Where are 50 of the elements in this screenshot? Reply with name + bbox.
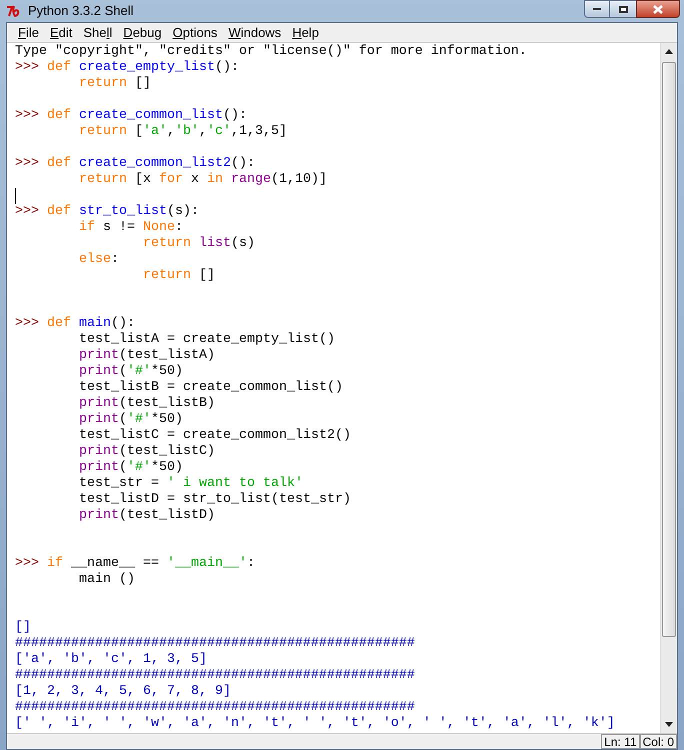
- code-line: test_listD = str_to_list(test_str): [78, 492, 351, 508]
- code-line: print(test_listC): [78, 444, 215, 460]
- menu-item[interactable]: File: [13, 24, 44, 42]
- code-line: return list(s): [142, 236, 255, 252]
- code-line: print(test_listA): [78, 348, 215, 364]
- code-line: >>> if __name__ == '__main__':: [15, 556, 255, 572]
- menu-item[interactable]: Shell: [78, 24, 118, 42]
- code-line: print('#'*50): [78, 412, 183, 428]
- code-line: print('#'*50): [78, 364, 183, 380]
- code-line: >>> def main():: [15, 316, 135, 332]
- code-line: >>> def create_common_list2():: [15, 156, 255, 172]
- code-line: print(test_listD): [78, 508, 215, 524]
- code-line: print('#'*50): [78, 460, 183, 476]
- output-line: ##################################################: [15, 668, 415, 684]
- code-line: if s != None:: [78, 220, 183, 236]
- window-title: Python 3.3.2 Shell: [28, 2, 134, 20]
- code-line: return []: [78, 76, 151, 92]
- minimize-button[interactable]: [584, 0, 610, 18]
- output-line: [' ', 'i', ' ', 'w', 'a', 'n', 't', ' ', 't', 'o', ' ', 't', 'a', 'l', 'k']: [15, 716, 615, 732]
- output-line: ['a', 'b', 'c', 1, 3, 5]: [15, 652, 207, 668]
- menu-item[interactable]: Edit: [44, 24, 78, 42]
- code-line: return ['a','b','c',1,3,5]: [78, 124, 287, 140]
- code-line: test_str = ' i want to talk': [78, 476, 303, 492]
- code-line: print(test_listB): [78, 396, 215, 412]
- menu-item[interactable]: Help: [287, 24, 324, 42]
- code-line: test_listC = create_common_list2(): [78, 428, 351, 444]
- output-line: ##################################################: [15, 700, 415, 716]
- code-line: return [x for x in range(1,10)]: [78, 172, 327, 188]
- line-number-status: Ln: 11: [601, 734, 640, 749]
- column-number-status: Col: 0: [640, 734, 677, 749]
- code-line: test_listB = create_common_list(): [78, 380, 343, 396]
- menu-item[interactable]: Windows: [223, 24, 286, 42]
- app-icon: [6, 4, 22, 18]
- code-line: test_listA = create_empty_list(): [78, 332, 335, 348]
- close-button[interactable]: [636, 0, 680, 18]
- output-line: []: [15, 620, 31, 636]
- code-line: >>> def create_common_list():: [15, 108, 247, 124]
- output-line: [1, 2, 3, 4, 5, 6, 7, 8, 9]: [15, 684, 231, 700]
- maximize-button[interactable]: [610, 0, 636, 18]
- code-line: main (): [78, 572, 135, 588]
- close-icon: [653, 4, 663, 14]
- code-line: return []: [142, 268, 215, 284]
- code-line: Type "copyright", "credits" or "license()" for more information.: [15, 44, 527, 60]
- menu-item[interactable]: Debug: [118, 24, 167, 42]
- shell-text-area[interactable]: [7, 43, 660, 733]
- code-line: >>> def str_to_list(s):: [15, 204, 199, 220]
- output-line: ##################################################: [15, 636, 415, 652]
- code-line: >>> def create_empty_list():: [15, 60, 239, 76]
- menu-item[interactable]: Options: [168, 24, 222, 42]
- code-line: else:: [78, 252, 119, 268]
